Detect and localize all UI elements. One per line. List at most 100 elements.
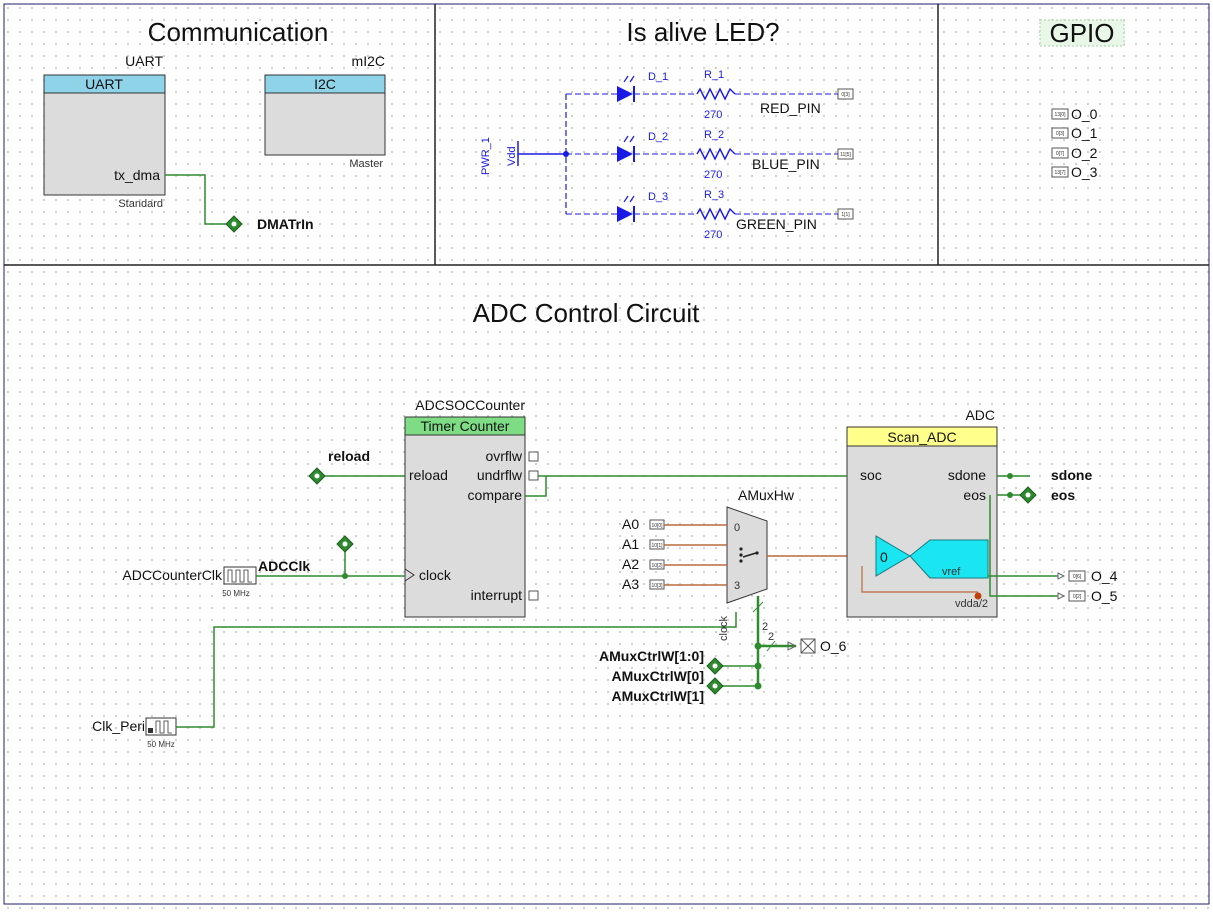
timer-counter-component[interactable]: ADCSOCCounter Timer Counter reload clock… bbox=[404, 397, 526, 618]
scan-adc-instance: ADC bbox=[965, 407, 995, 423]
dmatrin-terminal bbox=[225, 215, 243, 233]
gpio-pin-o3[interactable]: 13[7] O_3 bbox=[1051, 164, 1098, 180]
led-channel-2: 11[5] D_2 R_2 270 BLUE_PIN bbox=[566, 129, 854, 181]
vdda-label: vdda/2 bbox=[955, 598, 988, 610]
adc-counter-clk-icon[interactable] bbox=[223, 566, 257, 585]
gpio-pin-o0[interactable]: 13[0] O_0 bbox=[1051, 106, 1098, 122]
adc-clk-terminal bbox=[336, 535, 354, 553]
scan-adc-sdone: sdone bbox=[948, 467, 986, 483]
uart-header-label: UART bbox=[85, 76, 123, 92]
schematic-svg: Communication UART UART tx_dma Standard … bbox=[3, 3, 1210, 905]
resistor-1-label: R_1 bbox=[704, 69, 724, 81]
reload-net-label: reload bbox=[328, 448, 370, 464]
adc-counter-clk-freq: 50 MHz bbox=[222, 589, 250, 598]
blue-pin-number: 11[5] bbox=[840, 152, 851, 158]
svg-text:0[6]: 0[6] bbox=[1073, 574, 1082, 580]
communication-title: Communication bbox=[148, 17, 329, 47]
svg-text:13[0]: 13[0] bbox=[1054, 112, 1066, 118]
gpio-pin-o0-label: O_0 bbox=[1071, 106, 1098, 122]
resistor-3-value: 270 bbox=[704, 229, 722, 241]
scan-adc-component[interactable]: ADC Scan_ADC soc sdone eos 0 vref vdda/2 bbox=[846, 407, 998, 618]
svg-text:0[2]: 0[2] bbox=[1073, 594, 1082, 600]
diode-3-label: D_3 bbox=[648, 191, 668, 203]
adc-clk-net-label: ADCClk bbox=[258, 558, 310, 574]
scan-adc-eos: eos bbox=[963, 487, 986, 503]
clk-peri-freq: 50 MHz bbox=[147, 740, 175, 749]
power-net: Vdd bbox=[506, 146, 518, 166]
o6-label: O_6 bbox=[820, 638, 847, 654]
diode-3-icon bbox=[617, 206, 633, 222]
diode-1-label: D_1 bbox=[648, 71, 668, 83]
led-channel-1: 0[3] D_1 R_1 270 RED_PIN bbox=[566, 69, 854, 121]
diode-2-icon bbox=[617, 146, 633, 162]
resistor-3-label: R_3 bbox=[704, 189, 724, 201]
amux-input-a0: A0 10[0] bbox=[622, 516, 727, 532]
resistor-1-value: 270 bbox=[704, 109, 722, 121]
svg-text:A1: A1 bbox=[622, 536, 639, 552]
svg-text:0: 0 bbox=[734, 522, 740, 534]
sdone-net-label: sdone bbox=[1051, 467, 1092, 483]
port-interrupt: interrupt bbox=[471, 587, 522, 603]
svg-text:10[0]: 10[0] bbox=[651, 523, 663, 529]
diode-2-label: D_2 bbox=[648, 131, 668, 143]
port-undrflw: undrflw bbox=[477, 467, 523, 483]
resistor-2-value: 270 bbox=[704, 169, 722, 181]
port-ovrflw: ovrflw bbox=[485, 448, 522, 464]
port-clock: clock bbox=[419, 567, 452, 583]
uart-component[interactable]: UART UART tx_dma Standard bbox=[43, 53, 166, 210]
o6-terminal bbox=[800, 638, 816, 654]
communication-section: Communication UART UART tx_dma Standard … bbox=[43, 17, 386, 233]
reload-terminal bbox=[308, 467, 326, 485]
diode-1-icon bbox=[617, 86, 633, 102]
led-channel-3: 1[1] D_3 R_3 270 GREEN_PIN bbox=[566, 189, 854, 241]
svg-text:A0: A0 bbox=[622, 516, 639, 532]
resistor-2-label: R_2 bbox=[704, 129, 724, 141]
scan-adc-body bbox=[846, 426, 998, 618]
resistor-1-icon bbox=[696, 87, 736, 101]
unused-port-stubs bbox=[528, 451, 539, 601]
resistor-3-icon bbox=[696, 207, 736, 221]
uart-mode-label: Standard bbox=[118, 198, 163, 210]
o5-label: O_5 bbox=[1091, 588, 1118, 604]
eos-terminal bbox=[1019, 486, 1037, 504]
gpio-title: GPIO bbox=[1049, 18, 1114, 48]
svg-text:0[3]: 0[3] bbox=[1056, 131, 1065, 137]
clk-peri-label: Clk_Peri bbox=[92, 718, 145, 734]
gpio-pin-o2[interactable]: 0[7] O_2 bbox=[1051, 145, 1098, 161]
dmatrin-net-label: DMATrIn bbox=[257, 216, 314, 232]
red-pin-number: 0[3] bbox=[841, 92, 850, 98]
scan-adc-soc: soc bbox=[860, 467, 882, 483]
comparator-label: 0 bbox=[880, 549, 888, 565]
amux-instance: AMuxHw bbox=[738, 487, 795, 503]
dma-wire bbox=[165, 174, 226, 225]
svg-text:10[2]: 10[2] bbox=[651, 563, 663, 569]
clk-peri-icon[interactable] bbox=[145, 717, 177, 736]
ctrl-net-1: AMuxCtrlW[1] bbox=[611, 688, 704, 704]
port-reload: reload bbox=[409, 467, 448, 483]
green-pin-label: GREEN_PIN bbox=[736, 216, 817, 232]
adc-counter-clk-label: ADCCounterClk bbox=[122, 567, 223, 583]
gpio-pin-o1[interactable]: 0[3] O_1 bbox=[1051, 125, 1098, 141]
bus-width-label-2: 2 bbox=[768, 631, 774, 643]
o4-label: O_4 bbox=[1091, 568, 1118, 584]
amux-input-a1: A1 10[1] bbox=[622, 536, 727, 552]
ctrl-net-0: AMuxCtrlW[0] bbox=[611, 668, 704, 684]
gpio-section: GPIO 13[0] O_0 0[3] O_1 0[7] O_2 13[7] O… bbox=[1039, 18, 1125, 180]
ctrl-terminal-0 bbox=[706, 657, 724, 675]
outer-frame bbox=[3, 3, 1210, 905]
adc-section: ADC Control Circuit ADCSOCCounter Timer … bbox=[92, 298, 1118, 749]
timer-counter-header-label: Timer Counter bbox=[421, 418, 510, 434]
green-pin-number: 1[1] bbox=[841, 212, 850, 218]
svg-text:10[1]: 10[1] bbox=[651, 543, 663, 549]
svg-text:0[7]: 0[7] bbox=[1056, 151, 1065, 157]
svg-text:13[7]: 13[7] bbox=[1054, 170, 1066, 176]
schematic-canvas: Communication UART UART tx_dma Standard … bbox=[0, 0, 1213, 912]
uart-instance-name: UART bbox=[125, 53, 163, 69]
amux-input-a3: A3 10[3] bbox=[622, 576, 727, 592]
led-section: Is alive LED? PWR_1 Vdd 0[3] D_1 R_1 270… bbox=[480, 17, 854, 241]
amux-input-a2: A2 10[2] bbox=[622, 556, 727, 572]
adc-clk-junction bbox=[342, 573, 348, 579]
svg-text:A3: A3 bbox=[622, 576, 639, 592]
led-title: Is alive LED? bbox=[626, 17, 779, 47]
i2c-component[interactable]: mI2C I2C Master bbox=[264, 53, 386, 170]
